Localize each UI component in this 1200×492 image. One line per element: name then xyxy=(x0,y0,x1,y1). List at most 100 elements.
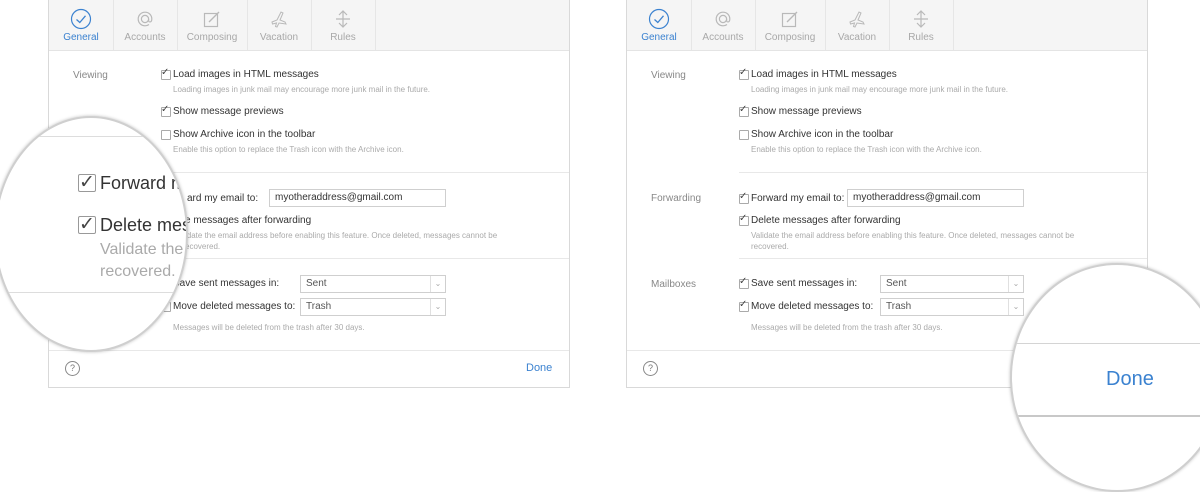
settings-toolbar: General Accounts Composing Vacation Rule… xyxy=(627,0,1147,51)
show-archive-label: Show Archive icon in the toolbar xyxy=(751,129,894,140)
forward-email-input[interactable]: myotheraddress@gmail.com xyxy=(847,189,1024,207)
tab-vacation[interactable]: Vacation xyxy=(247,0,312,50)
settings-toolbar: General Accounts Composing Vacation Rule… xyxy=(49,0,569,51)
save-sent-value: Sent xyxy=(886,278,907,289)
at-sign-icon xyxy=(137,11,153,27)
show-archive-note: Enable this option to replace the Trash … xyxy=(751,145,982,154)
magnified-footer-divider xyxy=(1012,343,1200,344)
validate-note-line2: ecovered. xyxy=(185,242,221,251)
tab-general[interactable]: General xyxy=(49,0,114,50)
chevron-down-icon: ⌄ xyxy=(1008,276,1023,292)
compose-icon xyxy=(203,11,220,28)
move-deleted-select[interactable]: Trash ⌄ xyxy=(300,298,446,316)
save-sent-select[interactable]: Sent ⌄ xyxy=(880,275,1024,293)
divider xyxy=(739,172,1147,173)
delete-after-checkbox[interactable] xyxy=(739,213,749,226)
tab-composing[interactable]: Composing xyxy=(755,0,826,50)
validate-note-line2: recovered. xyxy=(751,242,789,251)
tab-general-label: General xyxy=(63,32,99,43)
tab-composing-label: Composing xyxy=(186,32,238,43)
section-mailboxes-label: Mailboxes xyxy=(651,279,697,290)
show-archive-checkbox[interactable] xyxy=(161,130,171,140)
magnified-forward-checkbox xyxy=(78,171,96,193)
tab-accounts-label: Accounts xyxy=(124,32,166,43)
forward-email-input[interactable]: myotheraddress@gmail.com xyxy=(269,189,446,207)
forward-email-checkbox[interactable] xyxy=(739,191,749,204)
tab-rules[interactable]: Rules xyxy=(889,0,954,50)
move-deleted-checkbox[interactable] xyxy=(739,299,749,312)
save-sent-label: Save sent messages in: xyxy=(173,278,280,289)
show-archive-note: Enable this option to replace the Trash … xyxy=(173,145,404,154)
tab-vacation-label: Vacation xyxy=(259,32,299,43)
show-previews-checkbox[interactable] xyxy=(739,104,749,117)
magnified-delete-label: Delete mes xyxy=(100,215,188,235)
tab-rules[interactable]: Rules xyxy=(311,0,376,50)
save-sent-select[interactable]: Sent ⌄ xyxy=(300,275,446,293)
section-viewing-label: Viewing xyxy=(651,70,686,81)
tab-general-label: General xyxy=(641,32,677,43)
done-button[interactable]: Done xyxy=(526,362,552,374)
arrows-icon xyxy=(336,10,350,28)
magnified-panel-edge xyxy=(1012,415,1200,417)
section-viewing-label: Viewing xyxy=(73,70,108,81)
magnified-delete-checkbox xyxy=(78,213,96,235)
magnified-forward-label: Forward m xyxy=(100,173,187,193)
compose-icon xyxy=(781,11,798,28)
footer-divider xyxy=(49,350,569,351)
load-images-note: Loading images in junk mail may encourag… xyxy=(173,85,431,94)
magnified-validate-note: Validate the xyxy=(100,241,184,258)
help-icon[interactable]: ? xyxy=(65,361,80,376)
delete-after-label: Delete messages after forwarding xyxy=(751,215,901,226)
tab-vacation[interactable]: Vacation xyxy=(825,0,890,50)
show-archive-label: Show Archive icon in the toolbar xyxy=(173,129,316,140)
validate-note-line1: Validate the email address before enabli… xyxy=(751,231,1075,240)
load-images-checkbox[interactable] xyxy=(161,67,171,80)
magnified-divider xyxy=(0,136,186,137)
tab-accounts-label: Accounts xyxy=(702,32,744,43)
at-sign-icon xyxy=(715,11,731,27)
show-archive-checkbox[interactable] xyxy=(739,130,749,140)
load-images-label: Load images in HTML messages xyxy=(751,69,897,80)
magnified-recovered-note: recovered. xyxy=(100,263,176,280)
move-deleted-label: Move deleted messages to: xyxy=(173,301,296,312)
save-sent-label: Save sent messages in: xyxy=(751,278,858,289)
tab-rules-label: Rules xyxy=(908,32,934,43)
help-icon[interactable]: ? xyxy=(643,361,658,376)
load-images-note: Loading images in junk mail may encourag… xyxy=(751,85,1009,94)
divider xyxy=(739,258,1147,259)
move-deleted-value: Trash xyxy=(306,301,332,312)
magnifier-forwarding: Forward m Delete mes Validate the recove… xyxy=(0,116,188,352)
magnified-divider xyxy=(0,292,186,293)
tab-accounts[interactable]: Accounts xyxy=(113,0,178,50)
chevron-down-icon: ⌄ xyxy=(430,276,445,292)
move-deleted-select[interactable]: Trash ⌄ xyxy=(880,298,1024,316)
magnified-done-button[interactable]: Done xyxy=(1106,368,1154,391)
show-previews-label: Show message previews xyxy=(751,106,862,117)
forward-label: Forward my email to: xyxy=(751,193,845,204)
delete-after-label: e messages after forwarding xyxy=(185,215,312,226)
load-images-label: Load images in HTML messages xyxy=(173,69,319,80)
move-deleted-label: Move deleted messages to: xyxy=(751,301,874,312)
save-sent-checkbox[interactable] xyxy=(739,276,749,289)
show-previews-checkbox[interactable] xyxy=(161,104,171,117)
section-forwarding-label: Forwarding xyxy=(651,193,702,204)
trash-note: Messages will be deleted from the trash … xyxy=(751,323,943,332)
chevron-down-icon: ⌄ xyxy=(430,299,445,315)
move-deleted-value: Trash xyxy=(886,301,912,312)
validate-note-line1: idate the email address before enabling … xyxy=(185,231,498,240)
checkmark-circle-icon xyxy=(70,8,92,30)
divider xyxy=(161,258,569,259)
chevron-down-icon: ⌄ xyxy=(1008,299,1023,315)
tab-composing[interactable]: Composing xyxy=(177,0,248,50)
forward-label: ard my email to: xyxy=(187,193,259,204)
airplane-icon xyxy=(271,11,287,28)
load-images-checkbox[interactable] xyxy=(739,67,749,80)
tab-general[interactable]: General xyxy=(627,0,692,50)
trash-note: Messages will be deleted from the trash … xyxy=(173,323,365,332)
checkmark-circle-icon xyxy=(648,8,670,30)
arrows-icon xyxy=(914,10,928,28)
tab-accounts[interactable]: Accounts xyxy=(691,0,756,50)
tab-rules-label: Rules xyxy=(330,32,356,43)
airplane-icon xyxy=(849,11,865,28)
tab-composing-label: Composing xyxy=(764,32,816,43)
